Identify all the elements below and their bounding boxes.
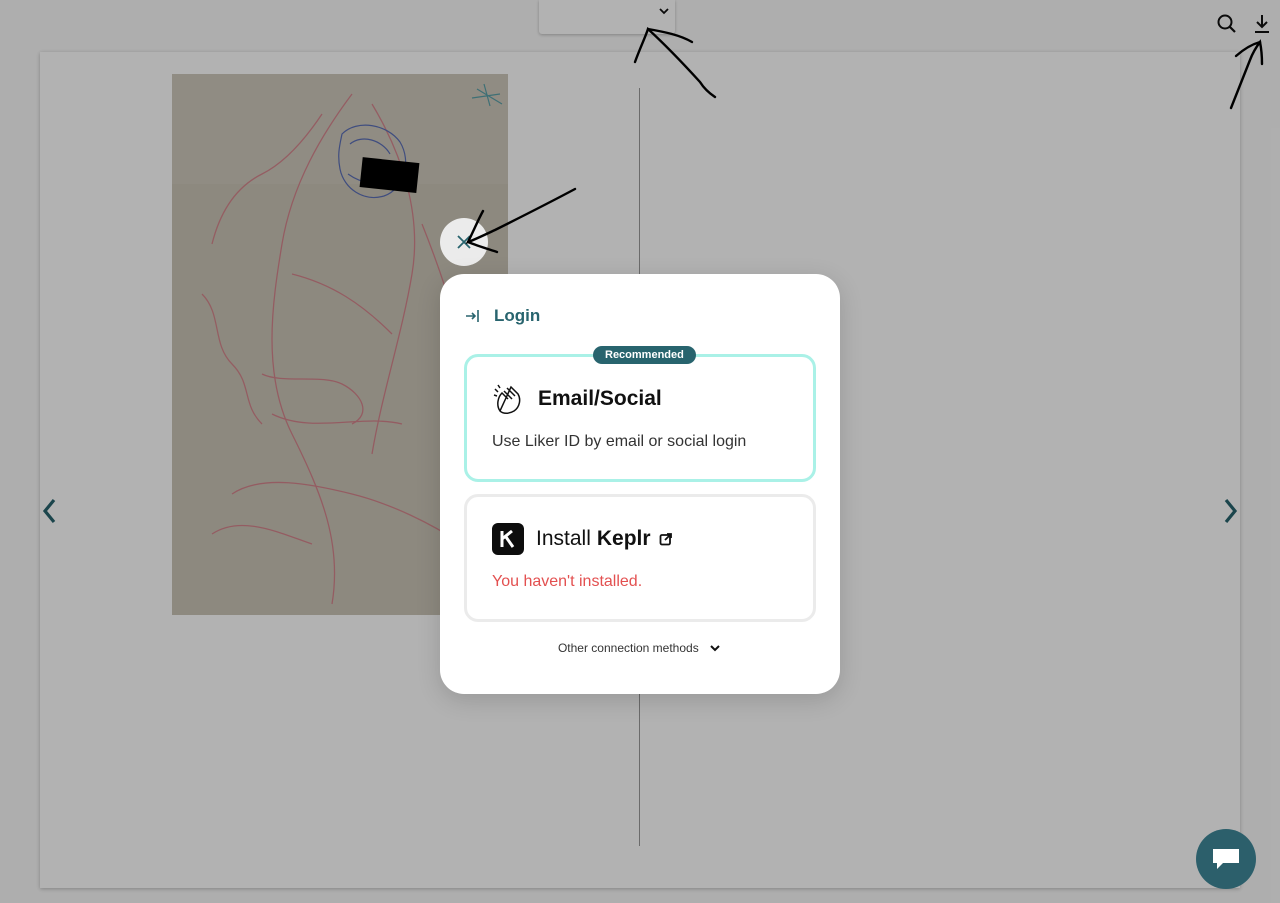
login-dialog: Login Recommended Email/Social Use Liker… bbox=[440, 274, 840, 694]
email-social-option[interactable]: Recommended Email/Social Use Liker ID by… bbox=[464, 346, 816, 482]
login-label: Login bbox=[494, 306, 541, 325]
keplr-status: You haven't installed. bbox=[492, 573, 643, 590]
keplr-title: Keplr bbox=[596, 527, 651, 550]
chat-icon bbox=[1213, 849, 1239, 869]
keplr-title-prefix: Install bbox=[536, 527, 591, 550]
email-social-description: Use Liker ID by email or social login bbox=[492, 433, 747, 450]
chat-button[interactable] bbox=[1196, 829, 1256, 889]
external-link-icon bbox=[659, 533, 672, 546]
close-icon bbox=[457, 235, 471, 249]
login-icon bbox=[466, 310, 479, 322]
other-connection-methods-toggle[interactable]: Other connection methods bbox=[440, 640, 840, 655]
close-button[interactable] bbox=[440, 218, 488, 266]
email-social-title: Email/Social bbox=[538, 387, 662, 410]
chevron-down-icon bbox=[710, 645, 720, 652]
keplr-logo-icon bbox=[492, 523, 524, 555]
keplr-option[interactable]: Install Keplr You haven't installed. bbox=[464, 494, 816, 622]
login-heading: Login bbox=[464, 306, 540, 326]
clapping-hands-icon bbox=[493, 384, 521, 414]
other-methods-label: Other connection methods bbox=[557, 640, 699, 655]
recommended-badge: Recommended bbox=[593, 346, 696, 364]
